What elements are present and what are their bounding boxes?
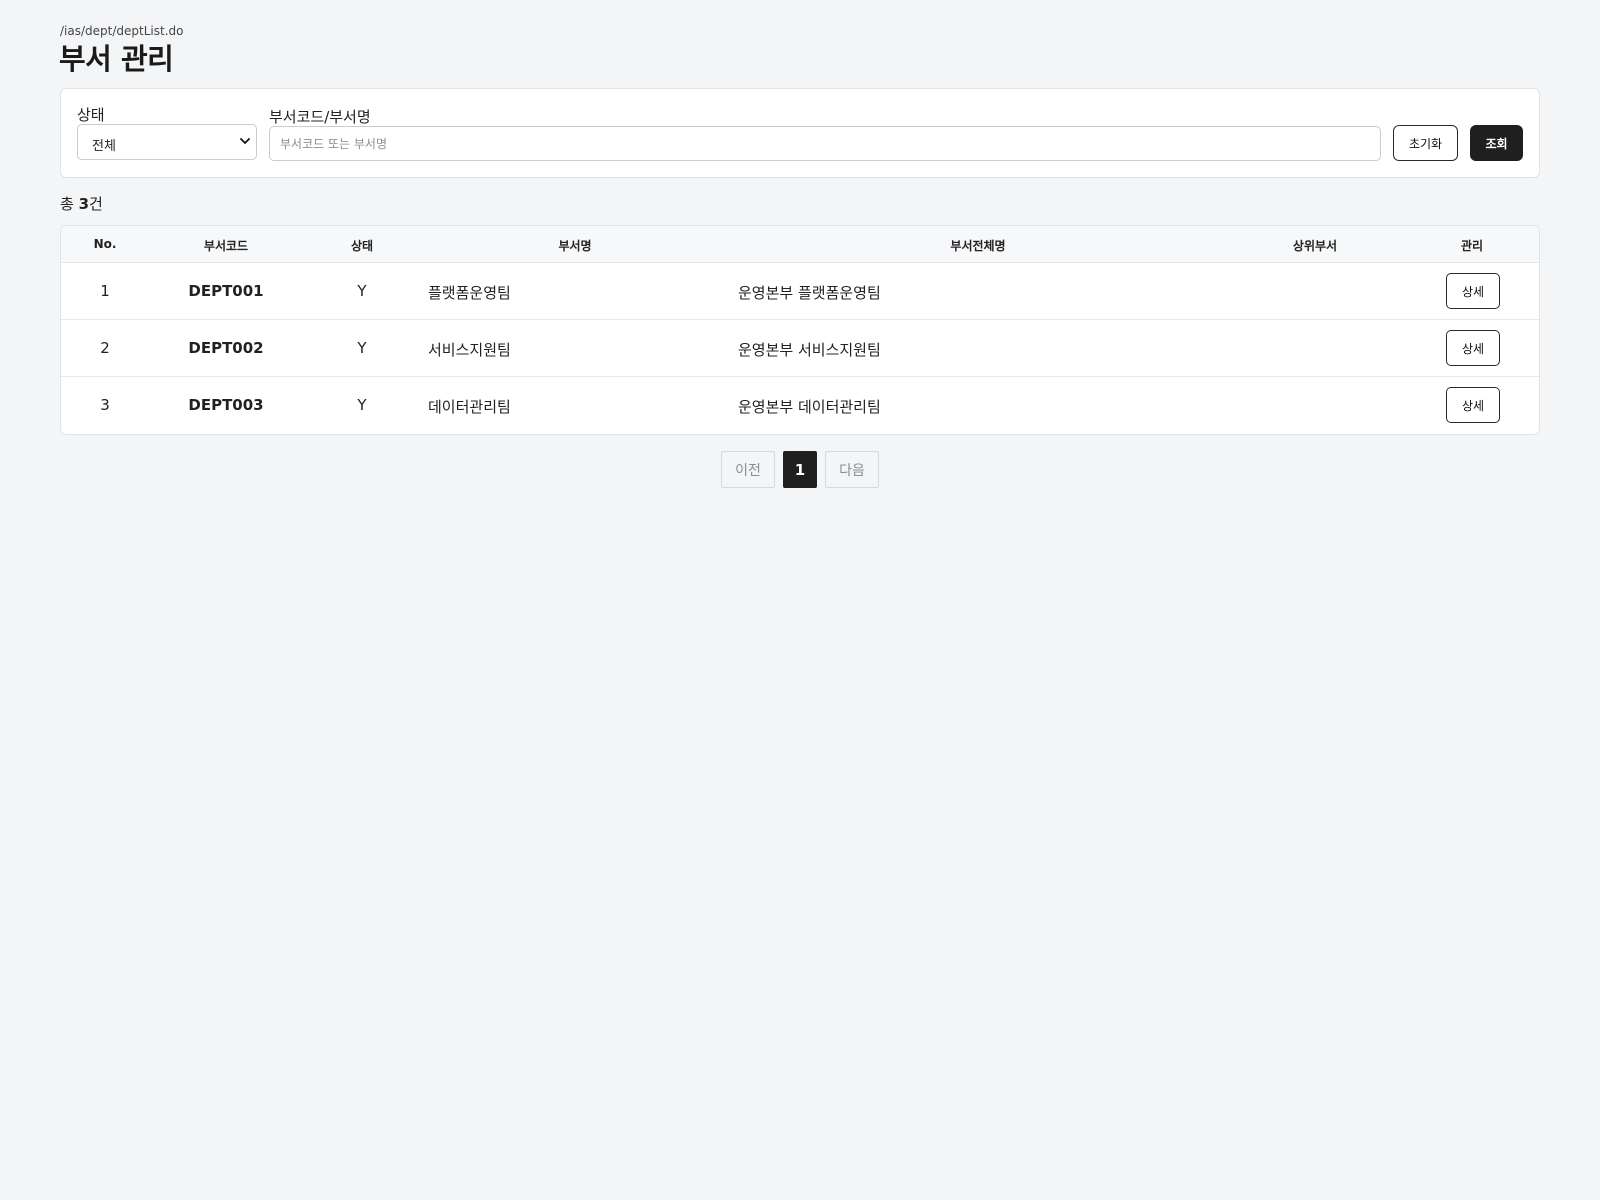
header-no: No. bbox=[93, 237, 117, 251]
search-panel: 상태 전체 부서코드/부서명 초기화 조회 bbox=[60, 88, 1540, 178]
prev-page-button[interactable]: 이전 bbox=[721, 451, 775, 488]
cell-full-name: 운영본부 서비스지원팀 bbox=[738, 341, 881, 359]
header-name: 부서명 bbox=[558, 239, 592, 253]
header-parent: 상위부서 bbox=[1292, 239, 1338, 253]
table-header: No. 부서코드 상태 부서명 부서전체명 상위부서 관리 bbox=[61, 226, 1539, 263]
table-row: 3 DEPT003 Y 데이터관리팀 운영본부 데이터관리팀 상세 bbox=[61, 377, 1539, 434]
next-page-button[interactable]: 다음 bbox=[825, 451, 879, 488]
cell-name: 플랫폼운영팀 bbox=[428, 284, 511, 302]
cell-code: DEPT002 bbox=[188, 339, 264, 357]
cell-status: Y bbox=[357, 282, 367, 300]
keyword-label: 부서코드/부서명 bbox=[269, 108, 371, 126]
cell-no: 2 bbox=[100, 339, 110, 357]
page-title: 부서 관리 bbox=[59, 42, 174, 76]
chevron-down-icon bbox=[240, 138, 250, 144]
cell-code: DEPT001 bbox=[188, 282, 264, 300]
reset-button[interactable]: 초기화 bbox=[1393, 125, 1458, 161]
cell-no: 1 bbox=[100, 282, 110, 300]
header-manage: 관리 bbox=[1460, 239, 1484, 253]
detail-button[interactable]: 상세 bbox=[1446, 273, 1500, 309]
page: /ias/dept/deptList.do 부서 관리 상태 전체 부서코드/부… bbox=[0, 0, 1600, 1200]
status-select-value: 전체 bbox=[92, 139, 116, 154]
total-count-suffix: 건 bbox=[89, 195, 103, 213]
cell-status: Y bbox=[357, 396, 367, 414]
header-status: 상태 bbox=[350, 239, 374, 253]
cell-name: 데이터관리팀 bbox=[428, 398, 511, 416]
cell-full-name: 운영본부 데이터관리팀 bbox=[738, 398, 881, 416]
cell-name: 서비스지원팀 bbox=[428, 341, 511, 359]
cell-code: DEPT003 bbox=[188, 396, 264, 414]
keyword-input[interactable] bbox=[269, 126, 1381, 161]
total-count-value: 3 bbox=[78, 195, 90, 213]
header-full-name: 부서전체명 bbox=[950, 239, 1006, 253]
table-row: 2 DEPT002 Y 서비스지원팀 운영본부 서비스지원팀 상세 bbox=[61, 320, 1539, 377]
status-label: 상태 bbox=[77, 106, 105, 124]
search-button[interactable]: 조회 bbox=[1470, 125, 1523, 161]
detail-button[interactable]: 상세 bbox=[1446, 330, 1500, 366]
cell-no: 3 bbox=[100, 396, 110, 414]
cell-full-name: 운영본부 플랫폼운영팀 bbox=[738, 284, 881, 302]
page-1-button[interactable]: 1 bbox=[783, 451, 817, 488]
pagination: 이전 1 다음 bbox=[0, 451, 1600, 488]
total-count: 총 3건 bbox=[60, 193, 103, 214]
table-row: 1 DEPT001 Y 플랫폼운영팀 운영본부 플랫폼운영팀 상세 bbox=[61, 263, 1539, 320]
total-count-prefix: 총 bbox=[60, 195, 79, 213]
header-code: 부서코드 bbox=[203, 239, 249, 253]
dept-table: No. 부서코드 상태 부서명 부서전체명 상위부서 관리 1 DEPT001 … bbox=[60, 225, 1540, 435]
cell-status: Y bbox=[357, 339, 367, 357]
status-select[interactable]: 전체 bbox=[77, 124, 257, 160]
detail-button[interactable]: 상세 bbox=[1446, 387, 1500, 423]
